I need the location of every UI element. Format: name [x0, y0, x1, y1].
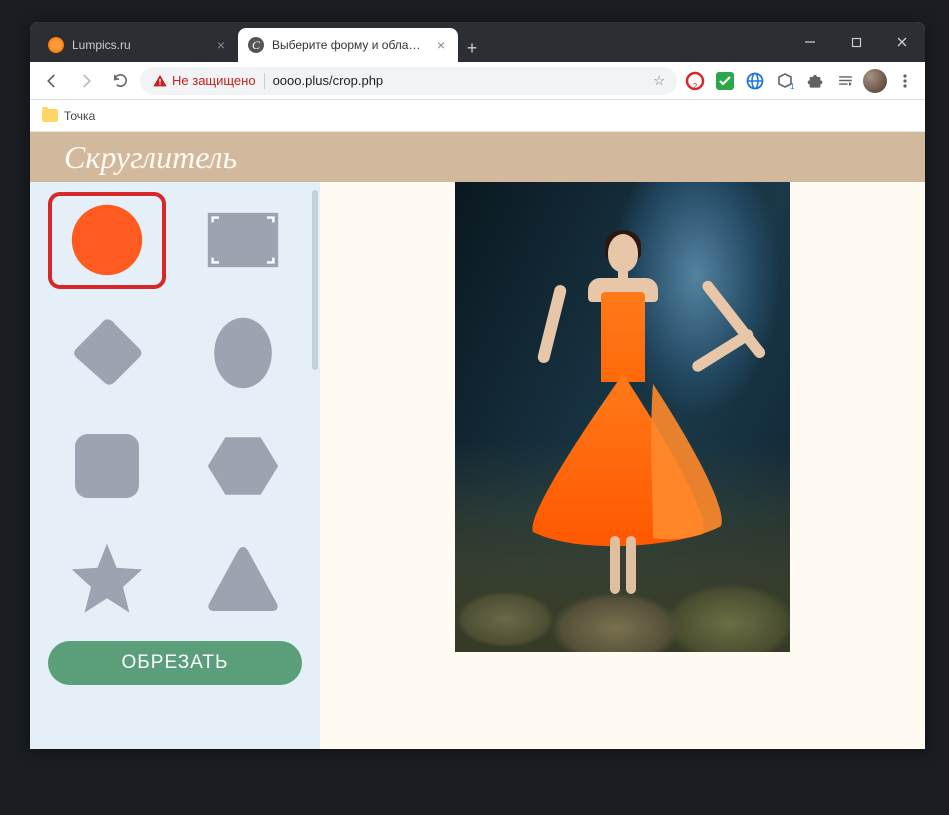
divider	[264, 73, 265, 89]
forward-button[interactable]	[72, 67, 100, 95]
shape-circle[interactable]	[48, 192, 166, 289]
star-icon[interactable]: ☆	[653, 73, 665, 89]
favicon-lumpics	[48, 37, 64, 53]
reload-button[interactable]	[106, 67, 134, 95]
shape-grid	[48, 192, 302, 627]
shape-rounded-square[interactable]	[48, 418, 166, 515]
shape-hexagon[interactable]	[184, 418, 302, 515]
extension-adblock[interactable]: 2	[683, 69, 707, 93]
extension-box[interactable]: 1	[773, 69, 797, 93]
close-button[interactable]	[879, 22, 925, 62]
scrollbar[interactable]	[312, 190, 318, 370]
hexagon-icon	[203, 426, 283, 506]
tab-title: Lumpics.ru	[72, 38, 206, 52]
page-content: Скруглитель	[30, 132, 925, 749]
circle-icon	[67, 200, 147, 280]
tab-crop[interactable]: C Выберите форму и область для ×	[238, 28, 458, 62]
extensions-button[interactable]	[803, 69, 827, 93]
new-tab-button[interactable]: +	[458, 34, 486, 62]
svg-text:1: 1	[790, 82, 794, 90]
titlebar: Lumpics.ru × C Выберите форму и область …	[30, 22, 925, 62]
browser-window: Lumpics.ru × C Выберите форму и область …	[30, 22, 925, 749]
menu-button[interactable]	[893, 69, 917, 93]
security-label: Не защищено	[172, 73, 256, 88]
shape-star[interactable]	[48, 530, 166, 627]
favicon-crop: C	[248, 37, 264, 53]
media-button[interactable]	[833, 69, 857, 93]
shapes-sidebar: ОБРЕЗАТЬ	[30, 182, 320, 749]
shape-diamond[interactable]	[48, 305, 166, 402]
tab-title: Выберите форму и область для	[272, 38, 426, 52]
shape-triangle[interactable]	[184, 530, 302, 627]
back-button[interactable]	[38, 67, 66, 95]
bookmark-item[interactable]: Точка	[64, 109, 95, 123]
ellipse-icon	[203, 313, 283, 393]
shape-ellipse[interactable]	[184, 305, 302, 402]
brand-title: Скруглитель	[64, 139, 237, 176]
warning-icon	[152, 73, 168, 89]
profile-avatar[interactable]	[863, 69, 887, 93]
tab-lumpics[interactable]: Lumpics.ru ×	[38, 28, 238, 62]
star-icon	[67, 539, 147, 619]
minimize-button[interactable]	[787, 22, 833, 62]
image-canvas	[320, 182, 925, 749]
page-header: Скруглитель	[30, 132, 925, 182]
shape-frame[interactable]	[184, 192, 302, 289]
rounded-square-icon	[67, 426, 147, 506]
url-text: oooo.plus/crop.php	[273, 73, 384, 88]
folder-icon	[42, 109, 58, 122]
content-area: ОБРЕЗАТЬ	[30, 182, 925, 749]
close-icon[interactable]: ×	[434, 38, 448, 52]
extension-check[interactable]	[713, 69, 737, 93]
extension-globe[interactable]	[743, 69, 767, 93]
security-warning[interactable]: Не защищено	[152, 73, 256, 89]
frame-icon	[203, 200, 283, 280]
toolbar: Не защищено oooo.plus/crop.php ☆ 2 1	[30, 62, 925, 100]
bookmarks-bar: Точка	[30, 100, 925, 132]
window-controls	[787, 22, 925, 62]
crop-button[interactable]: ОБРЕЗАТЬ	[48, 641, 302, 685]
maximize-button[interactable]	[833, 22, 879, 62]
close-icon[interactable]: ×	[214, 38, 228, 52]
preview-image[interactable]	[455, 182, 790, 652]
diamond-icon	[67, 313, 147, 393]
triangle-icon	[203, 539, 283, 619]
tab-strip: Lumpics.ru × C Выберите форму и область …	[30, 28, 787, 62]
svg-text:2: 2	[693, 82, 698, 91]
address-bar[interactable]: Не защищено oooo.plus/crop.php ☆	[140, 67, 677, 95]
